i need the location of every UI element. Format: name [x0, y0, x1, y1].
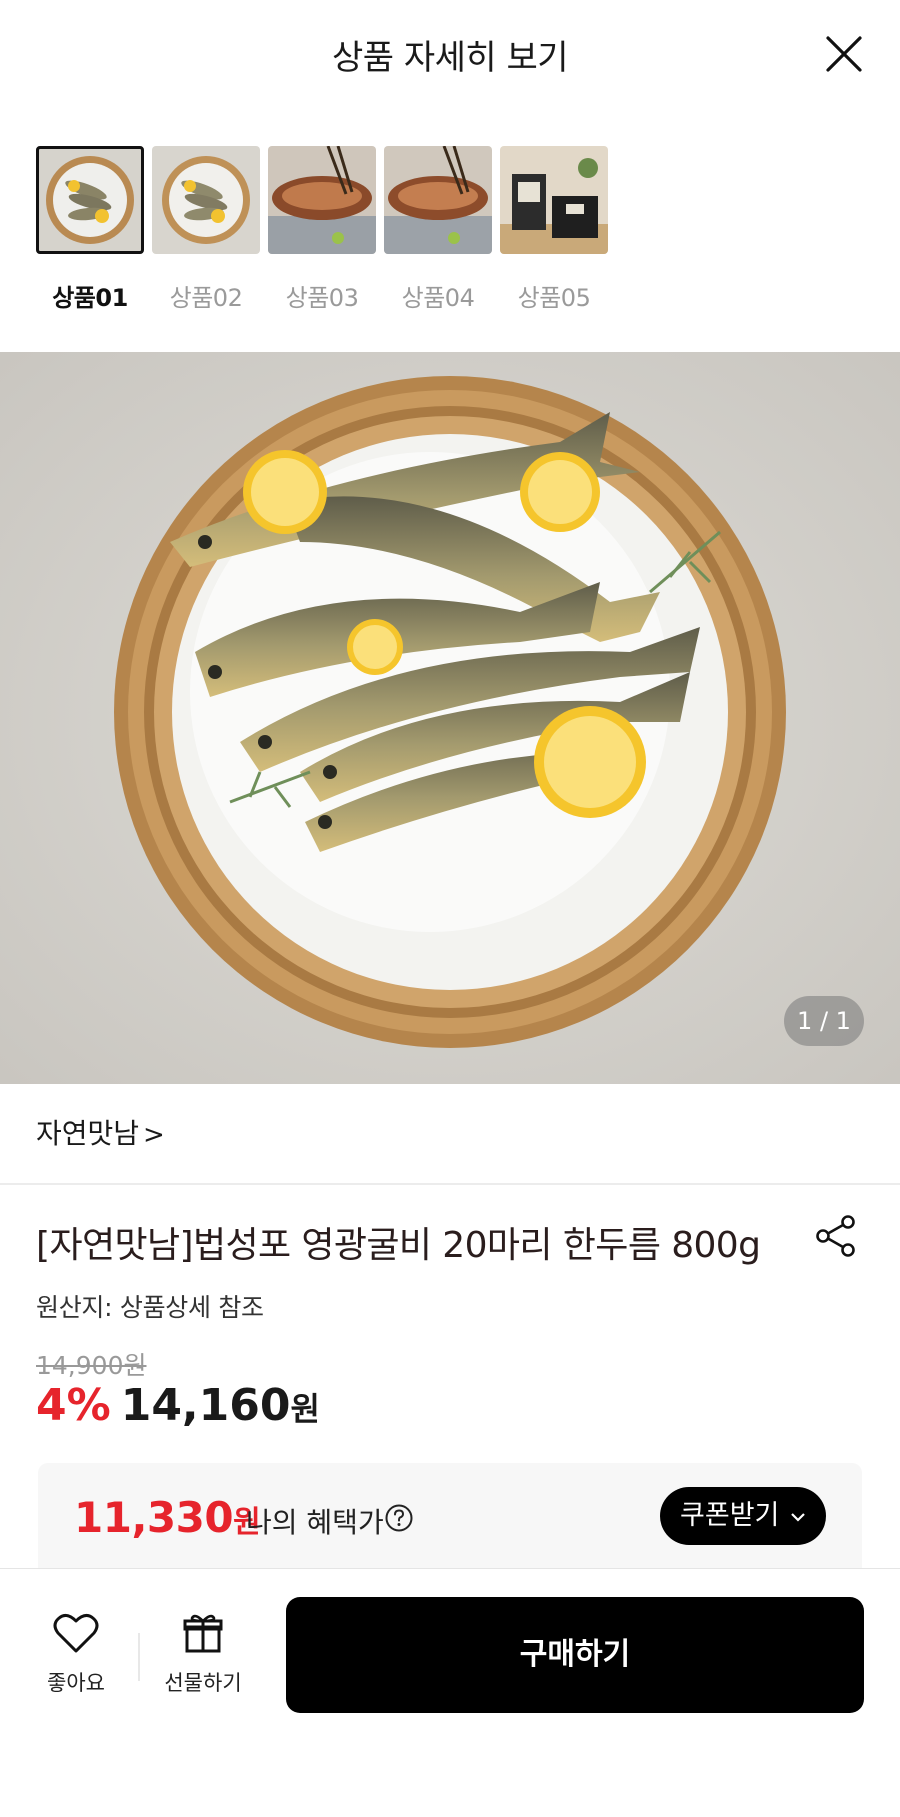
- gift-icon: [183, 1614, 223, 1653]
- thumbnail-label: 상품05: [517, 284, 591, 312]
- divider: [138, 1633, 140, 1681]
- thumbnail-item-3[interactable]: 상품03: [268, 146, 376, 313]
- original-price: 14,900원: [36, 1351, 147, 1380]
- grilled-fish-thumbnail: [268, 146, 376, 254]
- gift-label: 선물하기: [164, 1671, 242, 1695]
- gift-box-thumbnail: [500, 146, 608, 254]
- product-main-image[interactable]: [0, 352, 900, 1084]
- chevron-right-icon: >: [143, 1120, 165, 1150]
- benefit-price-value: 11,330: [74, 1493, 234, 1542]
- thumbnail-label: 상품03: [285, 284, 359, 312]
- price-row: 4% 14,160 원: [36, 1380, 320, 1436]
- page-indicator: 1 / 1: [784, 996, 864, 1046]
- help-icon[interactable]: [384, 1503, 414, 1533]
- coupon-button-label: 쿠폰받기: [680, 1500, 780, 1531]
- grilled-fish-thumbnail: [384, 146, 492, 254]
- close-icon[interactable]: [822, 32, 866, 76]
- origin-info: 원산지: 상품상세 참조: [36, 1293, 264, 1322]
- benefit-label: 나의 혜택가: [246, 1506, 384, 1539]
- discount-rate: 4%: [36, 1380, 111, 1431]
- thumbnail-label: 상품02: [169, 284, 243, 312]
- coupon-button[interactable]: 쿠폰받기: [660, 1487, 826, 1545]
- heart-icon: [53, 1614, 99, 1653]
- gift-button[interactable]: 선물하기: [158, 1611, 248, 1697]
- brand-name: 자연맛남: [36, 1117, 140, 1150]
- like-label: 좋아요: [47, 1671, 105, 1695]
- brand-link[interactable]: 자연맛남 >: [36, 1112, 165, 1152]
- product-title: [자연맛남]법성포 영광굴비 20마리 한두름 800g: [36, 1225, 761, 1266]
- bottom-action-bar: 좋아요 선물하기 구매하기: [0, 1568, 900, 1817]
- buy-button[interactable]: 구매하기: [286, 1597, 864, 1713]
- thumbnail-item-5[interactable]: 상품05: [500, 146, 608, 313]
- divider: [0, 1183, 900, 1185]
- thumbnail-item-4[interactable]: 상품04: [384, 146, 492, 313]
- like-button[interactable]: 좋아요: [36, 1611, 116, 1697]
- benefit-price: 11,330원: [74, 1493, 261, 1542]
- page-title: 상품 자세히 보기: [331, 38, 569, 78]
- thumbnail-label: 상품04: [401, 284, 475, 312]
- thumbnail-item-1[interactable]: 상품01: [36, 146, 144, 313]
- benefit-box: 11,330원 나의 혜택가 쿠폰받기: [38, 1463, 862, 1573]
- header: 상품 자세히 보기: [0, 0, 900, 112]
- share-icon[interactable]: [814, 1214, 858, 1258]
- thumbnail-label: 상품01: [52, 284, 128, 312]
- sale-price: 14,160: [120, 1380, 291, 1431]
- currency-unit: 원: [290, 1390, 320, 1428]
- chevron-down-icon: [791, 1512, 805, 1522]
- fish-on-salt-thumbnail: [36, 146, 144, 254]
- fish-on-salt-thumbnail: [152, 146, 260, 254]
- thumbnail-item-2[interactable]: 상품02: [152, 146, 260, 313]
